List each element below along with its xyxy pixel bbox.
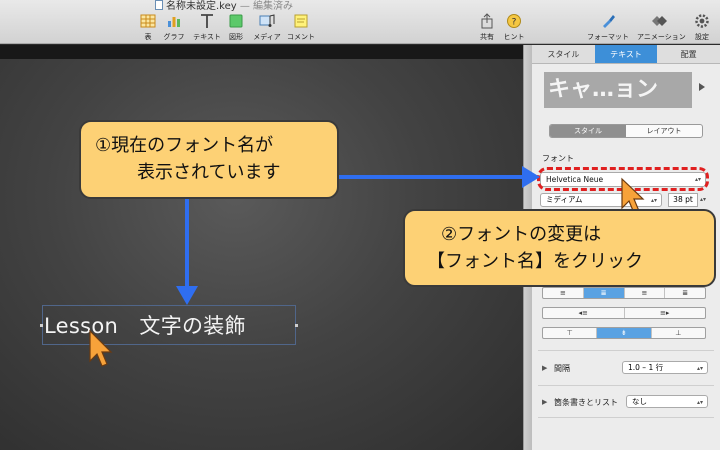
settings-button[interactable]: 設定	[680, 13, 720, 42]
paragraph-style-preview[interactable]: キャ…ョン	[544, 72, 692, 108]
tab-arrange[interactable]: 配置	[657, 45, 720, 63]
format-icon	[600, 13, 616, 29]
font-weight-value: ミディアム	[546, 195, 583, 204]
callout-line: ②フォントの変更は	[441, 224, 602, 245]
align-center-button[interactable]: ≣	[583, 288, 625, 298]
style-layout-segment: スタイル レイアウト	[549, 124, 703, 138]
align-left-button[interactable]: ≡	[543, 288, 584, 298]
window-title: 名称未設定.key — 編集済み	[155, 0, 293, 13]
selection-handle-right[interactable]	[295, 324, 298, 327]
font-size-stepper[interactable]: ▴▾	[700, 193, 706, 207]
valign-bottom-button[interactable]: ⊥	[652, 328, 705, 338]
format-button[interactable]: フォーマット	[586, 13, 630, 42]
selection-handle-left[interactable]	[40, 324, 43, 327]
comment-icon	[293, 13, 309, 29]
separator	[538, 385, 714, 386]
shape-icon	[228, 13, 244, 29]
animate-button[interactable]: アニメーション	[637, 13, 686, 42]
tab-text[interactable]: テキスト	[594, 45, 658, 63]
separator	[538, 350, 714, 351]
inspector-tabs: スタイル テキスト 配置	[532, 45, 720, 64]
valign-top-button[interactable]: ⊤	[543, 328, 598, 338]
spacing-label: 間隔	[554, 364, 570, 373]
alignment-buttons: ≡ ≣ ≡ ≣	[542, 287, 706, 299]
gear-icon	[694, 13, 710, 29]
font-section-label: フォント	[542, 154, 574, 163]
bullets-label: 箇条書きとリスト	[554, 398, 618, 407]
callout-line: ①現在のフォント名が	[95, 135, 274, 156]
align-justify-button[interactable]: ≣	[665, 288, 705, 298]
spacing-select[interactable]: 1.0 – 1 行 ▴▾	[622, 361, 708, 374]
chevron-right-icon[interactable]	[699, 83, 705, 91]
callout-change-font: ②フォントの変更は 【フォント名】をクリック	[403, 209, 716, 287]
tab-style[interactable]: スタイル	[532, 45, 595, 63]
svg-text:?: ?	[512, 18, 517, 28]
increase-indent-button[interactable]: ≡▸	[625, 308, 706, 318]
slide-text[interactable]: Lesson 文字の装飾	[44, 310, 246, 340]
align-right-button[interactable]: ≡	[625, 288, 666, 298]
bullets-select[interactable]: なし ▴▾	[626, 395, 708, 408]
disclosure-triangle-icon[interactable]: ▶	[542, 364, 547, 372]
comment-button[interactable]: コメント	[279, 13, 323, 42]
updown-icon: ▴▾	[650, 197, 657, 204]
tips-icon: ?	[506, 13, 522, 29]
document-name: 名称未設定.key	[166, 1, 237, 12]
valign-middle-button[interactable]: ⇟	[597, 328, 652, 338]
decrease-indent-button[interactable]: ◂≡	[543, 308, 625, 318]
media-icon	[259, 13, 275, 29]
callout-line: 【フォント名】をクリック	[427, 251, 643, 272]
vertical-align-buttons: ⊤ ⇟ ⊥	[542, 327, 706, 339]
segment-layout[interactable]: レイアウト	[626, 125, 702, 137]
text-icon	[199, 13, 215, 29]
edited-status: — 編集済み	[239, 1, 294, 12]
segment-style[interactable]: スタイル	[550, 125, 626, 137]
bullets-value: なし	[632, 397, 647, 406]
chart-icon	[166, 13, 182, 29]
spacing-value: 1.0 – 1 行	[628, 363, 664, 372]
callout-current-font: ①現在のフォント名が 表示されています	[79, 120, 339, 199]
indent-buttons: ◂≡ ≡▸	[542, 307, 706, 319]
callout-line: 表示されています	[137, 162, 281, 183]
document-icon	[155, 0, 163, 10]
updown-icon: ▴▾	[696, 399, 703, 406]
disclosure-triangle-icon[interactable]: ▶	[542, 398, 547, 406]
tips-button[interactable]: ? ヒント	[492, 13, 536, 42]
separator	[538, 417, 714, 418]
updown-icon: ▴▾	[696, 365, 703, 372]
font-weight-select[interactable]: ミディアム ▴▾	[540, 193, 662, 207]
font-size-field[interactable]: 38 pt	[668, 193, 698, 207]
highlight-ring	[537, 167, 709, 191]
animate-icon	[651, 13, 667, 29]
toolbar: 名称未設定.key — 編集済み 表 グラフ テキスト 図形 メディア コメント…	[0, 0, 720, 44]
